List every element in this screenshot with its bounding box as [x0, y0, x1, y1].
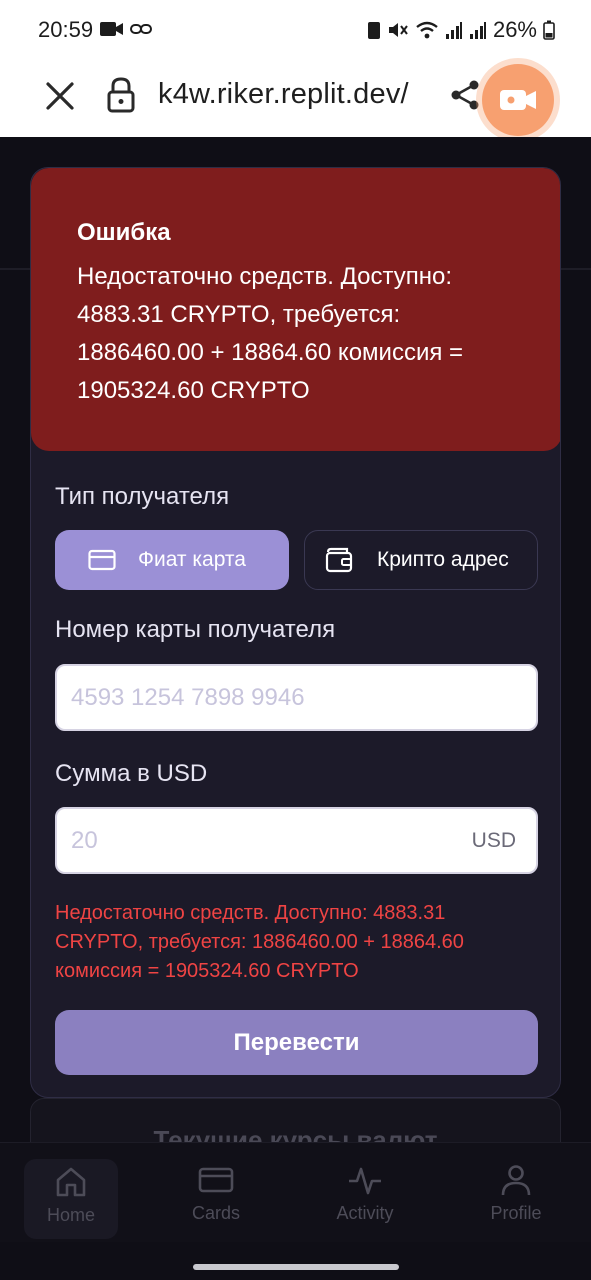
battery-icon [543, 20, 555, 40]
home-icon [56, 1167, 86, 1197]
wallet-icon [325, 547, 353, 573]
crypto-address-option[interactable]: Крипто адрес [304, 530, 538, 590]
card-icon [198, 1167, 234, 1193]
amount-input[interactable] [71, 809, 451, 872]
battery-percent: 26% [492, 17, 537, 42]
url-bar[interactable]: k4w.riker.replit.dev/ [158, 78, 409, 111]
credit-card-icon [88, 549, 116, 571]
nav-item-home[interactable]: Home [24, 1159, 118, 1239]
activity-icon [349, 1167, 381, 1195]
nav-label-cards: Cards [191, 1203, 240, 1223]
status-bar: 20:59 26% [0, 0, 591, 60]
error-title: Ошибка [77, 219, 171, 246]
error-alert: Ошибка Недостаточно средств. Доступно: 4… [31, 168, 560, 451]
nav-item-activity[interactable]: Activity [315, 1163, 415, 1224]
record-camera-icon [500, 90, 536, 110]
card-number-input[interactable] [71, 666, 451, 729]
nav-label-profile: Profile [490, 1203, 542, 1223]
close-icon[interactable] [42, 78, 78, 114]
transfer-modal: Ошибка Недостаточно средств. Доступно: 4… [30, 167, 561, 1098]
signal-icon-2 [469, 22, 486, 39]
status-right: 26% [367, 17, 555, 43]
nav-label-activity: Activity [336, 1203, 394, 1223]
nav-item-cards[interactable]: Cards [166, 1163, 266, 1224]
bottom-nav: Home Cards Activity Profile [0, 1142, 591, 1242]
home-indicator[interactable] [193, 1264, 399, 1270]
fiat-card-option[interactable]: Фиат карта [55, 530, 289, 590]
screen-record-button[interactable] [482, 64, 554, 136]
recipient-type-label: Тип получателя [55, 483, 230, 510]
nav-label-home: Home [46, 1205, 95, 1225]
lock-icon[interactable] [106, 76, 136, 114]
status-left-icons [100, 20, 152, 38]
amount-currency-suffix: USD [471, 829, 516, 852]
mute-icon [388, 23, 408, 37]
link-icon [130, 24, 152, 34]
amount-error-message: Недостаточно средств. Доступно: 4883.31 … [55, 902, 464, 982]
video-camera-icon [100, 22, 123, 36]
browser-toolbar: k4w.riker.replit.dev/ [0, 60, 591, 137]
card-number-field[interactable] [55, 664, 538, 731]
amount-label: Сумма в USD [55, 760, 208, 787]
user-icon [501, 1165, 531, 1196]
status-time: 20:59 [38, 17, 94, 42]
amount-field[interactable]: USD [55, 807, 538, 874]
fiat-card-option-label: Фиат карта [138, 548, 246, 571]
battery-saver-icon [367, 22, 380, 39]
crypto-address-option-label: Крипто адрес [377, 548, 509, 571]
wifi-icon [416, 21, 438, 39]
share-icon[interactable] [448, 78, 482, 112]
card-number-label: Номер карты получателя [55, 616, 336, 643]
nav-item-profile[interactable]: Profile [466, 1163, 566, 1224]
signal-icon [445, 22, 462, 39]
error-message: Недостаточно средств. Доступно: 4883.31 … [77, 263, 464, 404]
transfer-button[interactable]: Перевести [55, 1010, 538, 1075]
